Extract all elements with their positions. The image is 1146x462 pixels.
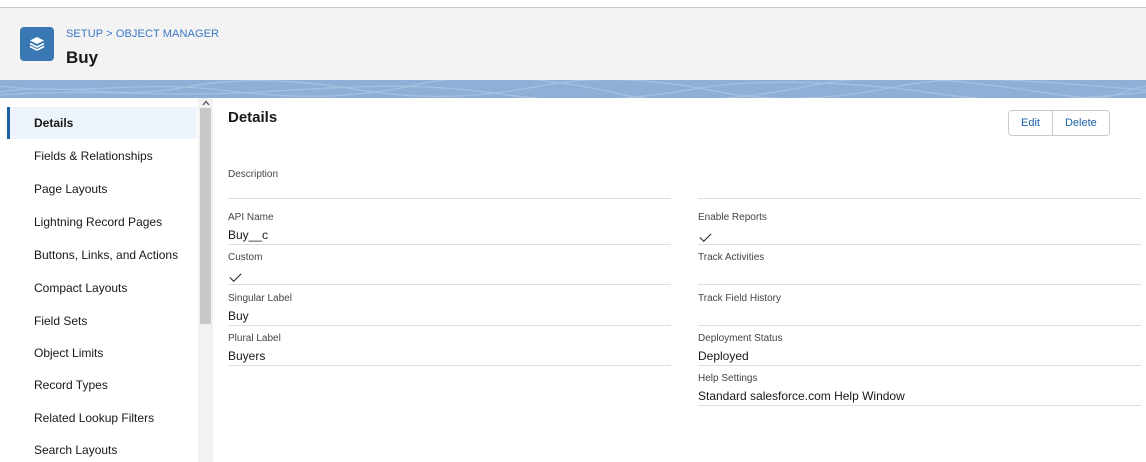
enable-reports-field: Enable Reports bbox=[698, 211, 1141, 245]
sidebar-item-label: Page Layouts bbox=[34, 182, 108, 196]
plural-label-field: Plural Label Buyers bbox=[228, 332, 671, 366]
sidebar-nav: Details Fields & Relationships Page Layo… bbox=[0, 98, 198, 462]
plural-label-value: Buyers bbox=[228, 349, 266, 363]
deployment-status-field: Deployment Status Deployed bbox=[698, 332, 1141, 366]
api-name-field: API Name Buy__c bbox=[228, 211, 671, 245]
checkmark-icon bbox=[229, 269, 242, 283]
description-field: Description bbox=[228, 168, 671, 199]
field-divider bbox=[228, 198, 671, 199]
page-header: SETUP > OBJECT MANAGER Buy bbox=[0, 8, 1146, 80]
field-divider bbox=[698, 198, 1141, 199]
sidebar-item-details[interactable]: Details bbox=[7, 107, 197, 139]
layers-icon bbox=[20, 27, 54, 61]
sidebar-item-label: Compact Layouts bbox=[34, 281, 128, 295]
sidebar-item-related-lookup-filters[interactable]: Related Lookup Filters bbox=[7, 402, 197, 434]
sidebar-item-label: Buttons, Links, and Actions bbox=[34, 248, 179, 262]
help-settings-label: Help Settings bbox=[698, 373, 758, 384]
singular-label-value: Buy bbox=[228, 309, 249, 323]
breadcrumb-object-manager-link[interactable]: OBJECT MANAGER bbox=[116, 28, 219, 40]
sidebar-item-lightning-record-pages[interactable]: Lightning Record Pages bbox=[7, 206, 197, 238]
top-border bbox=[0, 0, 1146, 8]
sidebar-item-page-layouts[interactable]: Page Layouts bbox=[7, 173, 197, 205]
field-divider bbox=[698, 284, 1141, 285]
sidebar-item-record-types[interactable]: Record Types bbox=[7, 369, 197, 401]
deployment-status-value: Deployed bbox=[698, 349, 749, 363]
field-divider bbox=[698, 325, 1141, 326]
breadcrumb: SETUP > OBJECT MANAGER bbox=[66, 28, 219, 40]
custom-value bbox=[228, 267, 671, 283]
field-divider bbox=[228, 365, 671, 366]
sidebar-item-compact-layouts[interactable]: Compact Layouts bbox=[7, 272, 197, 304]
action-button-group: Edit Delete bbox=[1008, 110, 1110, 136]
sidebar-item-label: Field Sets bbox=[34, 314, 88, 328]
singular-label-label: Singular Label bbox=[228, 293, 292, 304]
track-field-history-field: Track Field History bbox=[698, 292, 1141, 326]
deployment-status-label: Deployment Status bbox=[698, 333, 783, 344]
field-divider bbox=[228, 244, 671, 245]
field-divider bbox=[698, 365, 1141, 366]
breadcrumb-separator: > bbox=[106, 28, 113, 40]
breadcrumb-setup-link[interactable]: SETUP bbox=[66, 28, 103, 40]
help-settings-field: Help Settings Standard salesforce.com He… bbox=[698, 372, 1141, 406]
sidebar-item-label: Search Layouts bbox=[34, 443, 118, 457]
section-title: Details bbox=[228, 109, 278, 126]
sidebar-item-object-limits[interactable]: Object Limits bbox=[7, 337, 197, 369]
api-name-value: Buy__c bbox=[228, 228, 269, 242]
enable-reports-value bbox=[698, 227, 1141, 243]
scrollbar-thumb[interactable] bbox=[200, 108, 211, 324]
delete-button[interactable]: Delete bbox=[1051, 111, 1109, 135]
sidebar-item-label: Fields & Relationships bbox=[34, 149, 153, 163]
sidebar-item-label: Object Limits bbox=[34, 346, 104, 360]
sidebar-item-label: Lightning Record Pages bbox=[34, 215, 163, 229]
edit-button[interactable]: Edit bbox=[1009, 111, 1052, 135]
singular-label-field: Singular Label Buy bbox=[228, 292, 671, 326]
checkmark-icon bbox=[699, 229, 712, 243]
sidebar-scrollbar[interactable] bbox=[198, 98, 213, 462]
sidebar-item-fields-relationships[interactable]: Fields & Relationships bbox=[7, 140, 197, 172]
field-divider bbox=[698, 244, 1141, 245]
sidebar-item-label: Details bbox=[34, 116, 74, 130]
page-title: Buy bbox=[66, 48, 99, 67]
sidebar-item-search-layouts[interactable]: Search Layouts bbox=[7, 434, 197, 462]
sidebar-item-label: Related Lookup Filters bbox=[34, 411, 155, 425]
track-field-history-label: Track Field History bbox=[698, 293, 781, 304]
field-divider bbox=[228, 284, 671, 285]
details-panel: Details Edit Delete Description API Name… bbox=[213, 98, 1146, 462]
track-activities-label: Track Activities bbox=[698, 252, 765, 263]
decorative-banner bbox=[0, 80, 1146, 98]
enable-reports-label: Enable Reports bbox=[698, 212, 767, 223]
scroll-up-arrow-icon[interactable] bbox=[198, 98, 213, 108]
sidebar-item-buttons-links-actions[interactable]: Buttons, Links, and Actions bbox=[7, 239, 197, 271]
description-label: Description bbox=[228, 169, 279, 180]
track-activities-field: Track Activities bbox=[698, 251, 1141, 285]
api-name-label: API Name bbox=[228, 212, 274, 223]
sidebar-item-label: Record Types bbox=[34, 378, 108, 392]
help-settings-value: Standard salesforce.com Help Window bbox=[698, 389, 905, 403]
custom-field: Custom bbox=[228, 251, 671, 285]
field-divider bbox=[228, 325, 671, 326]
custom-label: Custom bbox=[228, 252, 263, 263]
sidebar-item-field-sets[interactable]: Field Sets bbox=[7, 305, 197, 337]
plural-label-label: Plural Label bbox=[228, 333, 281, 344]
field-divider bbox=[698, 405, 1141, 406]
